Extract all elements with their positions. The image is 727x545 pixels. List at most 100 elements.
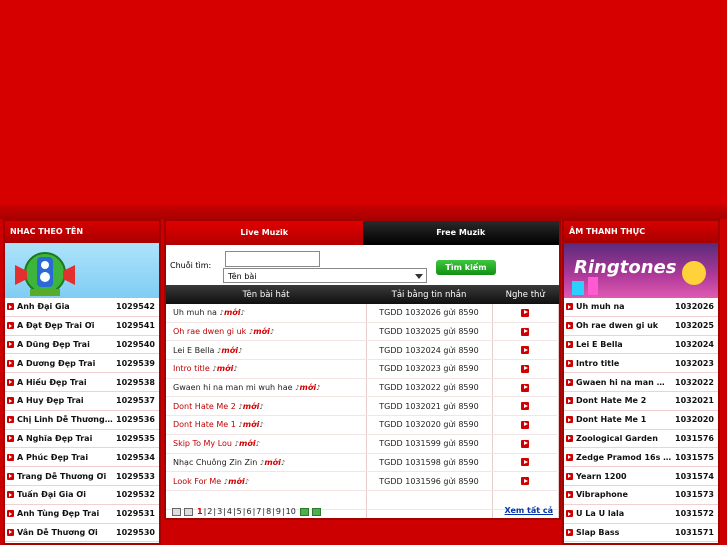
list-item[interactable]: A Hiếu Đẹp Trai 1029538 [5, 373, 159, 392]
item-name[interactable]: A Đạt Đẹp Trai Ơi [17, 321, 113, 330]
play-icon[interactable] [7, 397, 14, 405]
play-icon[interactable] [521, 458, 530, 467]
list-item[interactable]: Anh Đại Gia 1029542 [5, 298, 159, 317]
play-icon[interactable] [521, 402, 530, 411]
song-title-cell[interactable]: Dont Hate Me 1 ♪mới♪ [166, 415, 367, 435]
play-icon[interactable] [521, 364, 530, 373]
list-item[interactable]: Dont Hate Me 1 1032020 [564, 411, 718, 430]
search-button[interactable]: Tìm kiếm [436, 260, 496, 275]
item-name[interactable]: Gwaen hi na man mi... [576, 378, 672, 387]
list-item[interactable]: A Nghĩa Đẹp Trai 1029535 [5, 430, 159, 449]
list-item[interactable]: Vân Dễ Thương Ơi 1029530 [5, 524, 159, 543]
play-icon[interactable] [7, 510, 14, 518]
list-item[interactable]: U La U lala 1031572 [564, 505, 718, 524]
play-icon[interactable] [566, 434, 573, 442]
play-icon[interactable] [566, 397, 573, 405]
list-item[interactable]: A Huy Đẹp Trai 1029537 [5, 392, 159, 411]
last-page-icon[interactable] [311, 507, 321, 516]
play-icon[interactable] [566, 416, 573, 424]
play-icon[interactable] [566, 322, 573, 330]
song-title-cell[interactable]: Intro title ♪mới♪ [166, 359, 367, 379]
list-item[interactable]: Intro title 1032023 [564, 354, 718, 374]
play-icon[interactable] [521, 327, 530, 336]
list-item[interactable]: A Phúc Đẹp Trai 1029534 [5, 448, 159, 468]
page-link[interactable]: 1 [197, 507, 203, 516]
item-name[interactable]: Intro title [576, 359, 672, 368]
song-title-cell[interactable]: Nhạc Chuông Zin Zin ♪mới♪ [166, 453, 367, 473]
song-title-cell[interactable]: Look For Me ♪mới♪ [166, 471, 367, 491]
item-name[interactable]: Uh muh na [576, 302, 672, 311]
tab-live-muzik[interactable]: Live Muzik [166, 221, 363, 245]
item-name[interactable]: A Phúc Đẹp Trai [17, 453, 113, 462]
page-link[interactable]: 9 [276, 507, 281, 516]
list-item[interactable]: A Dương Đẹp Trai 1029539 [5, 354, 159, 374]
item-name[interactable]: Vân Dễ Thương Ơi [17, 528, 113, 537]
list-item[interactable]: A Dũng Đẹp Trai 1029540 [5, 336, 159, 355]
play-icon[interactable] [566, 340, 573, 348]
song-title-cell[interactable]: Lei E Bella ♪mới♪ [166, 340, 367, 361]
next-page-icon[interactable] [299, 507, 309, 516]
item-name[interactable]: Yearn 1200 [576, 472, 672, 481]
list-item[interactable]: Yearn 1200 1031574 [564, 467, 718, 486]
page-link[interactable]: 2 [207, 507, 212, 516]
play-icon[interactable] [521, 308, 530, 317]
item-name[interactable]: A Dương Đẹp Trai [17, 359, 113, 368]
song-title-cell[interactable]: Skip To My Lou ♪mới♪ [166, 434, 367, 454]
page-link[interactable]: 3 [217, 507, 222, 516]
play-icon[interactable] [521, 420, 530, 429]
page-link[interactable]: 6 [246, 507, 251, 516]
list-item[interactable]: Dont Hate Me 2 1032021 [564, 392, 718, 411]
song-title[interactable]: Dont Hate Me 2 [173, 402, 236, 411]
song-title[interactable]: Gwaen hi na man mi wuh hae [173, 383, 293, 392]
list-item[interactable]: Slap Bass 1031571 [564, 524, 718, 543]
song-title[interactable]: Nhạc Chuông Zin Zin [173, 458, 257, 467]
play-icon[interactable] [7, 472, 14, 480]
play-icon[interactable] [521, 346, 530, 355]
song-title[interactable]: Intro title [173, 364, 210, 373]
list-item[interactable]: Gwaen hi na man mi... 1032022 [564, 373, 718, 392]
item-name[interactable]: U La U lala [576, 509, 672, 518]
page-link[interactable]: 5 [237, 507, 242, 516]
list-item[interactable]: Tuấn Đại Gia Ơi 1029532 [5, 486, 159, 505]
item-name[interactable]: Vibraphone [576, 490, 672, 499]
list-item[interactable]: Anh Tùng Đẹp Trai 1029531 [5, 505, 159, 524]
item-name[interactable]: A Dũng Đẹp Trai [17, 340, 113, 349]
list-item[interactable]: Trang Dễ Thương Ơi 1029533 [5, 467, 159, 486]
song-title[interactable]: Lei E Bella [173, 346, 214, 355]
page-link[interactable]: 10 [286, 507, 296, 516]
item-name[interactable]: Anh Tùng Đẹp Trai [17, 509, 113, 518]
prev-page-icon[interactable] [184, 507, 193, 516]
song-title-cell[interactable]: Uh muh na ♪mới♪ [166, 304, 367, 323]
play-icon[interactable] [521, 383, 530, 392]
item-name[interactable]: Anh Đại Gia [17, 302, 113, 311]
tab-free-muzik[interactable]: Free Muzik [362, 221, 559, 245]
item-name[interactable]: A Nghĩa Đẹp Trai [17, 434, 113, 443]
item-name[interactable]: Trang Dễ Thương Ơi [17, 472, 113, 481]
song-title-cell[interactable]: Gwaen hi na man mi wuh hae ♪mới♪ [166, 378, 367, 398]
play-icon[interactable] [7, 453, 14, 461]
item-name[interactable]: Oh rae dwen gi uk [576, 321, 672, 330]
see-all-link[interactable]: Xem tất cả [505, 506, 553, 515]
play-icon[interactable] [7, 434, 14, 442]
list-item[interactable]: Zedge Pramod 16s P... 1031575 [564, 448, 718, 468]
list-item[interactable]: Zoological Garden 1031576 [564, 430, 718, 449]
play-icon[interactable] [566, 491, 573, 499]
page-link[interactable]: 4 [227, 507, 232, 516]
search-input[interactable] [225, 251, 320, 267]
page-link[interactable]: 7 [256, 507, 261, 516]
item-name[interactable]: A Hiếu Đẹp Trai [17, 378, 113, 387]
song-title[interactable]: Skip To My Lou [173, 439, 232, 448]
song-title[interactable]: Look For Me [173, 477, 221, 486]
item-name[interactable]: Zedge Pramod 16s P... [576, 453, 672, 462]
song-title-cell[interactable]: Oh rae dwen gi uk ♪mới♪ [166, 322, 367, 342]
song-title[interactable]: Oh rae dwen gi uk [173, 327, 246, 336]
list-item[interactable]: Uh muh na 1032026 [564, 298, 718, 317]
play-icon[interactable] [7, 322, 14, 330]
play-icon[interactable] [566, 303, 573, 311]
play-icon[interactable] [566, 359, 573, 367]
page-link[interactable]: 8 [266, 507, 271, 516]
search-field-select[interactable]: Tên bài [223, 268, 427, 283]
first-page-icon[interactable] [172, 507, 181, 516]
item-name[interactable]: A Huy Đẹp Trai [17, 396, 113, 405]
list-item[interactable]: Lei E Bella 1032024 [564, 336, 718, 355]
